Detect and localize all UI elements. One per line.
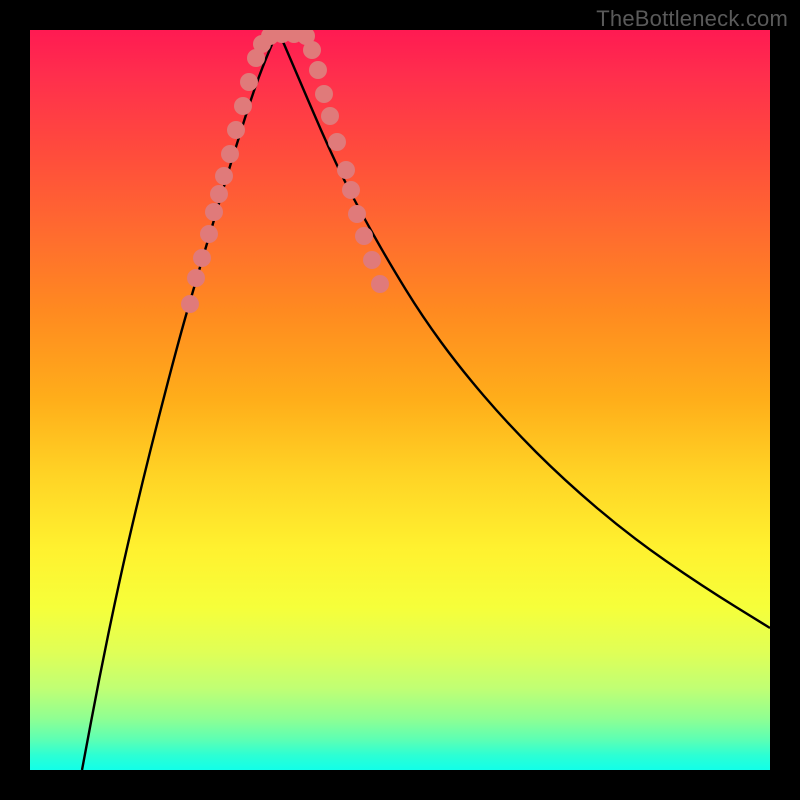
scatter-dot bbox=[215, 167, 233, 185]
scatter-group bbox=[181, 30, 389, 313]
scatter-dot bbox=[193, 249, 211, 267]
scatter-dot bbox=[221, 145, 239, 163]
scatter-dot bbox=[328, 133, 346, 151]
scatter-dot bbox=[363, 251, 381, 269]
scatter-dot bbox=[234, 97, 252, 115]
scatter-dot bbox=[227, 121, 245, 139]
scatter-dot bbox=[210, 185, 228, 203]
scatter-dot bbox=[355, 227, 373, 245]
scatter-dot bbox=[240, 73, 258, 91]
scatter-dot bbox=[342, 181, 360, 199]
scatter-dot bbox=[371, 275, 389, 293]
chart-frame: TheBottleneck.com bbox=[0, 0, 800, 800]
scatter-dot bbox=[205, 203, 223, 221]
scatter-dot bbox=[348, 205, 366, 223]
scatter-dot bbox=[303, 41, 321, 59]
scatter-dot bbox=[337, 161, 355, 179]
curve-left-branch bbox=[82, 30, 278, 770]
watermark-text: TheBottleneck.com bbox=[596, 6, 788, 32]
scatter-dot bbox=[181, 295, 199, 313]
scatter-dot bbox=[315, 85, 333, 103]
scatter-dot bbox=[309, 61, 327, 79]
chart-svg bbox=[30, 30, 770, 770]
scatter-dot bbox=[200, 225, 218, 243]
curve-right-branch bbox=[278, 30, 770, 628]
plot-area bbox=[30, 30, 770, 770]
scatter-dot bbox=[187, 269, 205, 287]
scatter-dot bbox=[321, 107, 339, 125]
